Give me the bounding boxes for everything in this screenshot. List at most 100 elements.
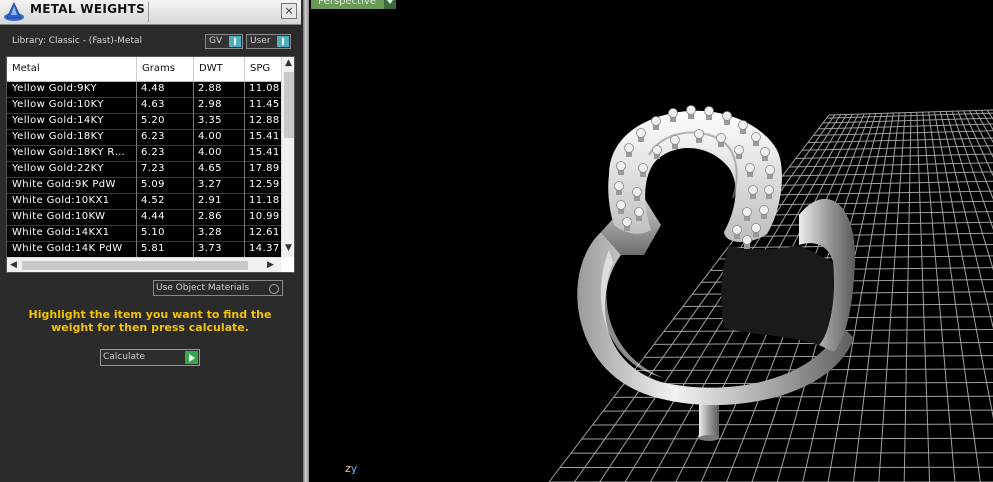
instruction-text: Highlight the item you want to find the … (28, 308, 272, 334)
header-divider (193, 57, 194, 81)
axis-indicator: zy (345, 462, 357, 475)
dwt-cell: 2.86 (198, 211, 222, 222)
dwt-cell: 4.00 (198, 131, 222, 142)
spg-cell: 10.99 (249, 211, 280, 222)
spg-cell: 12.59 (249, 179, 280, 190)
use-object-materials-toggle[interactable]: Use Object Materials (153, 280, 283, 296)
table-row[interactable]: Yellow Gold:9KY 4.48 2.88 11.08 (7, 82, 281, 98)
metal-name-cell: Yellow Gold:18KY R… (12, 147, 126, 158)
header-divider (244, 57, 245, 81)
scroll-right-arrow-icon[interactable]: ▶ (267, 260, 274, 270)
user-select-value: User (250, 36, 271, 46)
metal-weights-panel: METAL WEIGHTS × Library: Classic - (Fast… (0, 0, 303, 482)
scroll-up-arrow-icon[interactable]: ▲ (285, 58, 292, 68)
spg-cell: 11.18 (249, 195, 280, 206)
axis-y-label: y (350, 462, 358, 475)
column-header-spg[interactable]: SPG (250, 63, 270, 74)
spg-cell: 12.88 (249, 115, 280, 126)
spg-cell: 11.08 (249, 83, 280, 94)
metal-name-cell: White Gold:9K PdW (12, 179, 116, 190)
metal-name-cell: Yellow Gold:10KY (12, 99, 104, 110)
title-separator (148, 2, 149, 22)
close-icon[interactable]: × (281, 3, 297, 19)
user-select[interactable]: User (246, 34, 291, 49)
metal-name-cell: Yellow Gold:9KY (12, 83, 97, 94)
calculate-label: Calculate (103, 352, 146, 362)
metal-name-cell: White Gold:14K PdW (12, 243, 123, 254)
table-row[interactable]: White Gold:9K PdW 5.09 3.27 12.59 (7, 178, 281, 194)
table-row[interactable]: Yellow Gold:22KY 7.23 4.65 17.89 (7, 162, 281, 178)
spg-cell: 17.89 (249, 163, 280, 174)
grams-cell: 5.09 (141, 179, 165, 190)
table-body: Yellow Gold:9KY 4.48 2.88 11.08 Yellow Gold:… (7, 82, 281, 258)
horizontal-scrollbar[interactable]: ◀ ▶ (7, 257, 281, 272)
panel-title: METAL WEIGHTS (30, 2, 146, 16)
metal-name-cell: Yellow Gold:14KY (12, 115, 104, 126)
dropdown-arrow-icon[interactable] (277, 36, 289, 47)
grams-cell: 7.23 (141, 163, 165, 174)
grams-cell: 4.48 (141, 83, 165, 94)
vertical-scroll-thumb[interactable] (284, 72, 294, 138)
gv-select-value: GV (209, 36, 223, 46)
table-row[interactable]: Yellow Gold:10KY 4.63 2.98 11.45 (7, 98, 281, 114)
column-divider (193, 82, 194, 258)
metal-table: Metal Grams DWT SPG Yellow Gold:9KY 4.48 2… (6, 56, 295, 273)
grams-cell: 4.44 (141, 211, 165, 222)
metal-name-cell: White Gold:14KX1 (12, 227, 110, 238)
table-row[interactable]: White Gold:10KX1 4.52 2.91 11.18 (7, 194, 281, 210)
grams-cell: 5.20 (141, 115, 165, 126)
spg-cell: 15.41 (249, 131, 280, 142)
panel-titlebar[interactable]: METAL WEIGHTS × (0, 0, 301, 25)
use-object-materials-label: Use Object Materials (156, 283, 250, 293)
vertical-scrollbar[interactable]: ▲ ▼ (281, 57, 294, 257)
dwt-cell: 2.88 (198, 83, 222, 94)
table-row[interactable]: White Gold:10KW 4.44 2.86 10.99 (7, 210, 281, 226)
gv-select[interactable]: GV (205, 34, 243, 49)
table-row[interactable]: Yellow Gold:14KY 5.20 3.35 12.88 (7, 114, 281, 130)
column-divider (136, 82, 137, 258)
library-label: Library: Classic - (Fast)-Metal (12, 36, 143, 46)
grams-cell: 4.52 (141, 195, 165, 206)
grams-cell: 6.23 (141, 147, 165, 158)
dropdown-arrow-icon[interactable] (229, 36, 241, 47)
table-row[interactable]: White Gold:14KX1 5.10 3.28 12.61 (7, 226, 281, 242)
table-row[interactable]: Yellow Gold:18KY R… 6.23 4.00 15.41 (7, 146, 281, 162)
table-row[interactable]: Yellow Gold:18KY 6.23 4.00 15.41 (7, 130, 281, 146)
horseshoe-top (608, 110, 782, 243)
table-header: Metal Grams DWT SPG (7, 57, 281, 82)
calculate-button[interactable]: Calculate (100, 349, 200, 366)
grams-cell: 6.23 (141, 131, 165, 142)
column-header-grams[interactable]: Grams (142, 63, 175, 74)
spg-cell: 12.61 (249, 227, 280, 238)
dwt-cell: 3.73 (198, 243, 222, 254)
perspective-viewport[interactable]: Perspective zy (309, 0, 993, 482)
spg-cell: 14.37 (249, 243, 280, 254)
metal-name-cell: White Gold:10KW (12, 211, 106, 222)
dwt-cell: 2.98 (198, 99, 222, 110)
dwt-cell: 3.35 (198, 115, 222, 126)
app-logo-icon (4, 2, 24, 21)
radio-icon[interactable] (269, 284, 279, 294)
dwt-cell: 3.28 (198, 227, 222, 238)
spg-cell: 15.41 (249, 147, 280, 158)
column-header-metal[interactable]: Metal (12, 63, 40, 74)
header-divider (136, 57, 137, 81)
horizontal-scroll-thumb[interactable] (22, 261, 248, 270)
metal-name-cell: Yellow Gold:18KY (12, 131, 104, 142)
column-header-dwt[interactable]: DWT (199, 63, 223, 74)
dwt-cell: 4.00 (198, 147, 222, 158)
play-icon[interactable] (185, 351, 198, 364)
grams-cell: 4.63 (141, 99, 165, 110)
dropdown-arrow-icon[interactable] (384, 0, 396, 9)
dwt-cell: 3.27 (198, 179, 222, 190)
view-label-tab[interactable]: Perspective (311, 0, 384, 9)
spg-cell: 11.45 (249, 99, 280, 110)
ring-3d-render[interactable] (309, 0, 993, 482)
metal-name-cell: Yellow Gold:22KY (12, 163, 104, 174)
column-divider (244, 82, 245, 258)
scroll-down-arrow-icon[interactable]: ▼ (285, 243, 292, 253)
grams-cell: 5.81 (141, 243, 165, 254)
scroll-left-arrow-icon[interactable]: ◀ (10, 260, 17, 270)
table-row[interactable]: White Gold:14K PdW 5.81 3.73 14.37 (7, 242, 281, 258)
dwt-cell: 2.91 (198, 195, 222, 206)
